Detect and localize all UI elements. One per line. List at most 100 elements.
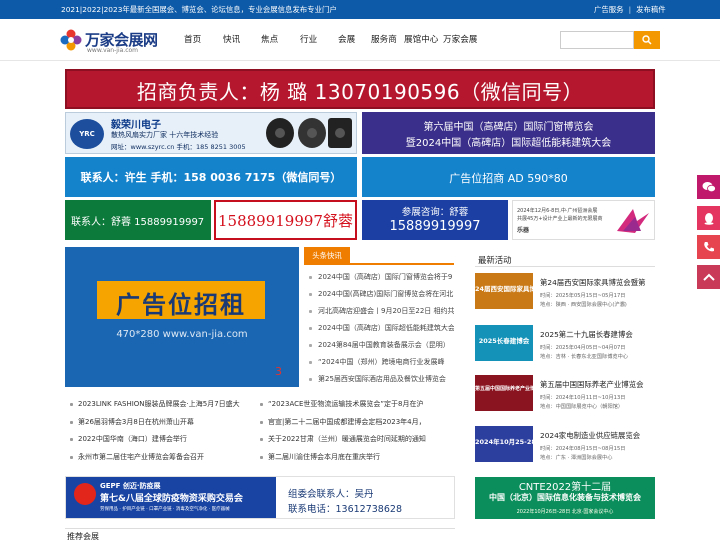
search-box: [560, 31, 660, 49]
list-item[interactable]: 2024中国（高碑店）国际超低能耗建筑大会: [304, 323, 454, 335]
expo-line-1: 第六届中国（高碑店）国际门窗博览会: [423, 122, 594, 133]
nav-wanjia-exhibition[interactable]: 万家会展: [443, 33, 477, 45]
wechat-icon: [702, 182, 716, 193]
qq-icon: [704, 212, 713, 225]
recent-title: 最新活动: [478, 255, 512, 265]
list-item[interactable]: 第25届西安国际酒店用品及餐饮业博览会: [304, 374, 454, 386]
banner-yrc-fans[interactable]: YRC 毅荣川电子 散热风扇实力厂家 十六年技术经验 网址：www.szyrc.…: [65, 112, 357, 154]
music-fair-desc: 共展45万+设计产业上最新的无限展商: [517, 216, 603, 222]
top-links: 广告服务 | 发布稿件: [594, 4, 666, 15]
music-fair-label: 乐器: [517, 227, 530, 234]
music-fair-date: 2024年12月6-8日,中·广州琶洲会展: [517, 208, 598, 214]
banner-recruit-text: 招商负责人：杨 璐 13070190596（微信同号）: [136, 80, 584, 104]
ad-rental-title: 广告位招租: [116, 291, 246, 319]
list-item[interactable]: 关于2022甘肃（兰州）暖通展览会时间延期的通知: [258, 434, 448, 446]
cnte-line-2: 中国（北京）国际信息化装备与技术博览会: [489, 493, 641, 502]
activity-name: 2025第二十九届长春建博会: [540, 330, 633, 339]
float-wechat[interactable]: [697, 175, 720, 199]
gepf-left: GEPF 创迈·防疫展 第七&八届全球防疫物资采购交易会 劳保用品 · 护目产业…: [66, 477, 276, 518]
site-header: 万家会展网 www.van-jia.com 首页 快讯 焦点 行业 会展 服务商…: [0, 19, 720, 61]
list-item[interactable]: 2024第84届中国教育装备展示会（昆明）: [304, 340, 454, 352]
search-icon: [642, 35, 652, 45]
nav-venue-center[interactable]: 展馆中心: [404, 33, 438, 45]
banner-contact-xu[interactable]: 联系人：许生 手机：158 0036 7175（微信同号）: [65, 157, 357, 197]
banner-phone-shurong[interactable]: 15889919997舒蓉: [214, 200, 357, 240]
cnte-line-3: 2022年10月26日-28日 北京·国家会议中心: [516, 509, 614, 515]
ad-service-link[interactable]: 广告服务: [594, 4, 624, 15]
cnte-line-1: CNTE2022第十二届: [518, 482, 612, 493]
activity-thumbnail: 第五届中国国际养老产业博览会: [475, 375, 533, 411]
expo-line-2: 暨2024中国（高碑店）国际超低能耗建筑大会: [405, 138, 612, 149]
search-input[interactable]: [560, 31, 634, 49]
yrc-website: 网址：www.szyrc.cn 手机：185 8251 3005: [111, 143, 246, 151]
top-notice: 2021|2022|2023年最新全国展会、博览会、论坛信息，专业会展信息发布专…: [61, 5, 337, 14]
gepf-categories: 劳保用品 · 护目产业链 · 口罩产业链 · 消毒及空气净化 · 医疗器械: [100, 507, 230, 512]
activity-place: 地点：陕西 · 西安国际会展中心(浐灞): [540, 302, 627, 308]
ad-rental-slider[interactable]: 广告位招租 470*280 www.van-jia.com 3: [65, 247, 299, 387]
top-link-separator: |: [628, 5, 632, 14]
music-fair-logo-icon: [617, 209, 649, 233]
activity-time: 时间：2024年10月11日~10月13日: [540, 395, 626, 401]
activity-place: 地点：广东 · 潭洲国际会展中心: [540, 455, 613, 461]
activity-time: 时间：2025年04月05日~04月07日: [540, 345, 626, 351]
list-item[interactable]: 第二届川渝住博会本月底在重庆举行: [258, 452, 448, 464]
list-item[interactable]: 2024中国（高碑店）国际门窗博览会将于9: [304, 272, 454, 284]
activity-name: 第五届中国国际养老产业博览会: [540, 380, 644, 389]
logo-url: www.van-jia.com: [87, 47, 139, 54]
activity-time: 时间：2025年05月15日~05月17日: [540, 293, 626, 299]
site-logo[interactable]: 万家会展网 www.van-jia.com: [60, 29, 170, 55]
activity-thumbnail: 24届西安国际家具博览会: [475, 273, 533, 309]
list-item[interactable]: 河北高碑店迎盛会丨9月20日至22日 相约共: [304, 306, 454, 318]
ad-rental-size: 470*280 www.van-jia.com: [116, 329, 248, 340]
activity-item[interactable]: 2024年10月25-28日 2024家电制造业供应链展览会 时间：2024年0…: [475, 426, 655, 468]
list-item[interactable]: “2023ACE世亚物流运输技术展览会”定于8月在沪: [258, 399, 448, 411]
yrc-brand: 毅荣川电子: [111, 120, 161, 131]
banner-gepf[interactable]: GEPF 创迈·防疫展 第七&八届全球防疫物资采购交易会 劳保用品 · 护目产业…: [65, 476, 455, 519]
banner-door-window-expo[interactable]: 第六届中国（高碑店）国际门窗博览会 暨2024中国（高碑店）国际超低能耗建筑大会: [362, 112, 655, 154]
nav-focus[interactable]: 焦点: [261, 33, 278, 45]
headline-tab-bar: 头条快讯: [304, 247, 454, 265]
nav-service-providers[interactable]: 服务商: [371, 33, 397, 45]
banner-exhibit-consult[interactable]: 参展咨询：舒蓉 15889919997: [362, 200, 508, 240]
list-item[interactable]: “2024中国（郑州）跨境电商行业发展峰: [304, 357, 454, 369]
contact-xu-text: 联系人：许生 手机：158 0036 7175（微信同号）: [80, 171, 342, 184]
gepf-phone: 联系电话：13612738628: [288, 504, 402, 515]
gepf-brand: GEPF 创迈·防疫展: [100, 482, 161, 490]
activity-item[interactable]: 24届西安国际家具博览会 第24届西安国际家具博览会暨第 时间：2025年05月…: [475, 273, 655, 315]
nav-industry[interactable]: 行业: [300, 33, 317, 45]
list-item[interactable]: 永州市第二届住宅产业博览会筹备会召开: [68, 452, 258, 464]
list-item[interactable]: 2022中国华南（海口）建博会举行: [68, 434, 258, 446]
slider-index[interactable]: 3: [275, 365, 282, 378]
activity-place: 地点：吉林 · 长春东北亚国际博览中心: [540, 354, 628, 360]
float-qq[interactable]: [697, 206, 720, 230]
tab-headlines[interactable]: 头条快讯: [304, 247, 350, 265]
nav-news-flash[interactable]: 快讯: [223, 33, 240, 45]
post-article-link[interactable]: 发布稿件: [636, 4, 666, 15]
banner-recruit-contact[interactable]: 招商负责人：杨 璐 13070190596（微信同号）: [65, 69, 655, 109]
recent-header: 最新活动: [475, 251, 655, 267]
fan-image: [266, 118, 294, 148]
fan-image: [298, 118, 326, 148]
list-item[interactable]: 官宣|第二十二届中国成都建博会定档2023年4月，: [258, 417, 448, 429]
banner-music-fair[interactable]: 2024年12月6-8日,中·广州琶洲会展 共展45万+设计产业上最新的无限展商…: [512, 200, 655, 240]
banner-contact-shurong[interactable]: 联系人：舒蓉 15889919997: [65, 200, 211, 240]
nav-exhibition[interactable]: 会展: [338, 33, 355, 45]
list-item[interactable]: 2023LINK FASHION服装品牌展会·上海5月7日盛大: [68, 399, 258, 411]
section-title: 推荐会展: [67, 532, 99, 541]
activity-item[interactable]: 第五届中国国际养老产业博览会 第五届中国国际养老产业博览会 时间：2024年10…: [475, 375, 655, 417]
banner-ad-space[interactable]: 广告位招商 AD 590*80: [362, 157, 655, 197]
activity-item[interactable]: 2025长春建博会 2025第二十九届长春建博会 时间：2025年04月05日~…: [475, 325, 655, 367]
banner-cnte[interactable]: CNTE2022第十二届 中国（北京）国际信息化装备与技术博览会 2022年10…: [475, 477, 655, 519]
list-item[interactable]: 2024中国(高碑店)国际门窗博览会将在河北: [304, 289, 454, 301]
float-phone[interactable]: [697, 235, 720, 259]
contact-shurong-text: 联系人：舒蓉 15889919997: [71, 217, 205, 228]
gepf-contact: 组委会联系人：吴丹: [288, 489, 374, 500]
float-back-to-top[interactable]: [697, 265, 720, 289]
nav-home[interactable]: 首页: [184, 33, 201, 45]
logo-flower-icon: [60, 29, 82, 51]
list-item[interactable]: 第26届羽博会3月8日在杭州萧山开幕: [68, 417, 258, 429]
ad-space-text: 广告位招商 AD 590*80: [449, 172, 568, 185]
phone-icon: [703, 242, 714, 252]
ad-rental-box: 广告位招租: [97, 281, 265, 319]
search-button[interactable]: [634, 31, 660, 49]
